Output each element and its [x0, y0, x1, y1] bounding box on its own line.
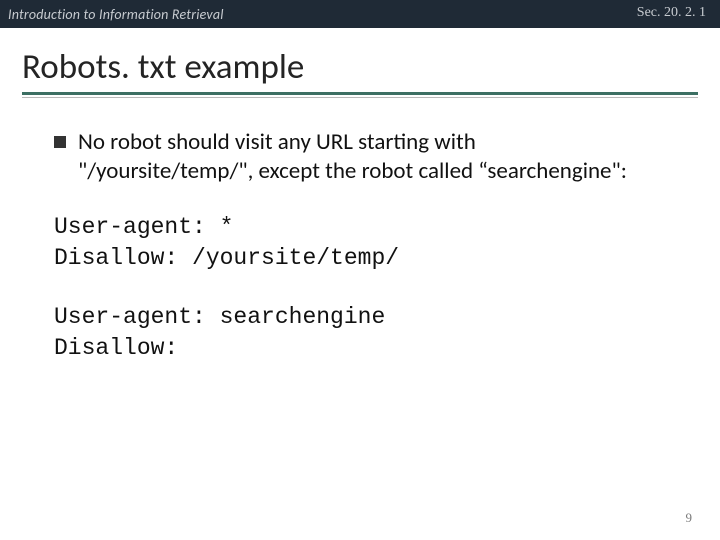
slide: Introduction to Information Retrieval Se…: [0, 0, 720, 540]
course-title: Introduction to Information Retrieval: [0, 6, 224, 23]
code-line: User-agent: searchengine: [54, 302, 680, 333]
code-line: User-agent: *: [54, 212, 680, 243]
bullet-text: No robot should visit any URL starting w…: [78, 128, 638, 186]
slide-body: No robot should visit any URL starting w…: [0, 104, 720, 364]
page-number: 9: [686, 510, 693, 526]
title-rule-secondary: [22, 97, 698, 98]
bullet-marker-icon: [54, 136, 66, 148]
code-line: Disallow:: [54, 333, 680, 364]
slide-title: Robots. txt example: [22, 46, 698, 88]
title-rule-primary: [22, 92, 698, 95]
code-line: Disallow: /yoursite/temp/: [54, 243, 680, 274]
code-block-2: User-agent: searchengine Disallow:: [54, 302, 680, 364]
header-bar: Introduction to Information Retrieval Se…: [0, 0, 720, 28]
code-block-1: User-agent: * Disallow: /yoursite/temp/: [54, 212, 680, 274]
bullet-item: No robot should visit any URL starting w…: [54, 128, 680, 186]
title-area: Robots. txt example: [0, 28, 720, 104]
section-label: Sec. 20. 2. 1: [637, 5, 706, 21]
